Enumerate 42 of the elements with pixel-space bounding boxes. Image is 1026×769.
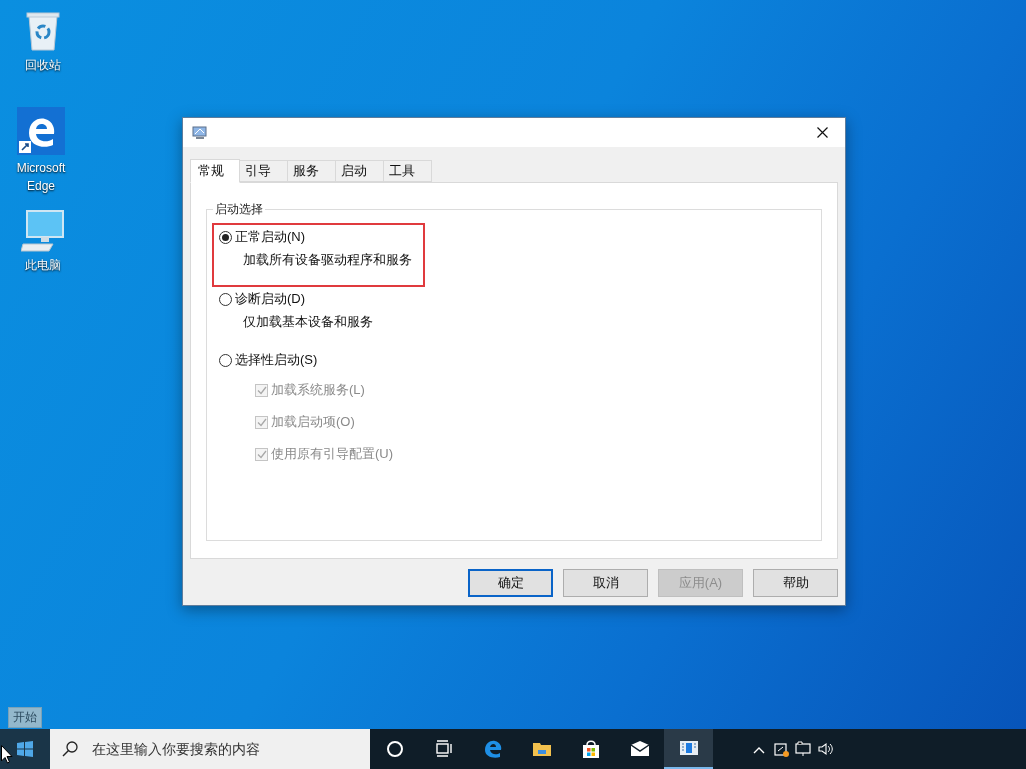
network-icon[interactable] [795,741,811,757]
envelope-icon [629,739,650,759]
edge-icon [482,739,503,759]
close-icon [816,127,828,138]
speaker-icon[interactable] [817,741,833,757]
option-description: 加载所有设备驱动程序和服务 [243,251,412,269]
group-title: 启动选择 [213,201,265,217]
search-field[interactable]: 在这里输入你要搜索的内容 [50,729,370,769]
radio-option[interactable]: 正常启动(N) [219,228,306,246]
desktop-icon-label[interactable]: Microsoft Edge [10,159,72,195]
checkbox-option: 加载系统服务(L) [255,380,821,400]
dialog-button[interactable]: 确定 [468,569,553,597]
dialog-button[interactable]: 帮助 [753,569,838,597]
checkbox-option: 加载启动项(O) [255,412,821,432]
option-description: 仅加载基本设备和服务 [243,313,373,331]
tab[interactable]: 启动 [336,160,384,182]
start-button[interactable] [0,729,50,769]
desktop-icon-label[interactable]: 此电脑 [12,256,74,274]
search-icon [62,741,78,757]
radio-button[interactable] [219,292,232,306]
radio-option[interactable]: 选择性启动(S) [219,351,318,369]
tab[interactable]: 引导 [240,160,288,182]
shopping-bag-icon [580,739,601,759]
windows-logo-icon [17,741,33,757]
radio-button[interactable] [219,353,232,367]
mouse-cursor-icon [1,745,13,764]
tab[interactable]: 常规 [190,159,240,183]
radio-button[interactable] [219,230,232,244]
window-icon [678,738,699,758]
checkbox-option: 使用原有引导配置(U) [255,444,821,464]
monitor-icon [192,125,208,140]
dialog-button[interactable]: 取消 [563,569,648,597]
tab[interactable]: 服务 [288,160,336,182]
tab[interactable]: 工具 [384,160,432,182]
computer-icon[interactable] [21,210,65,252]
recycle-bin-icon[interactable] [23,10,63,52]
circle-icon [384,739,405,759]
task-view-icon [433,739,454,759]
edge-shortcut-icon[interactable] [17,107,65,155]
taskbar-app-button[interactable] [664,729,713,769]
start-tooltip: 开始 [8,707,42,728]
radio-option[interactable]: 诊断启动(D) [219,290,306,308]
